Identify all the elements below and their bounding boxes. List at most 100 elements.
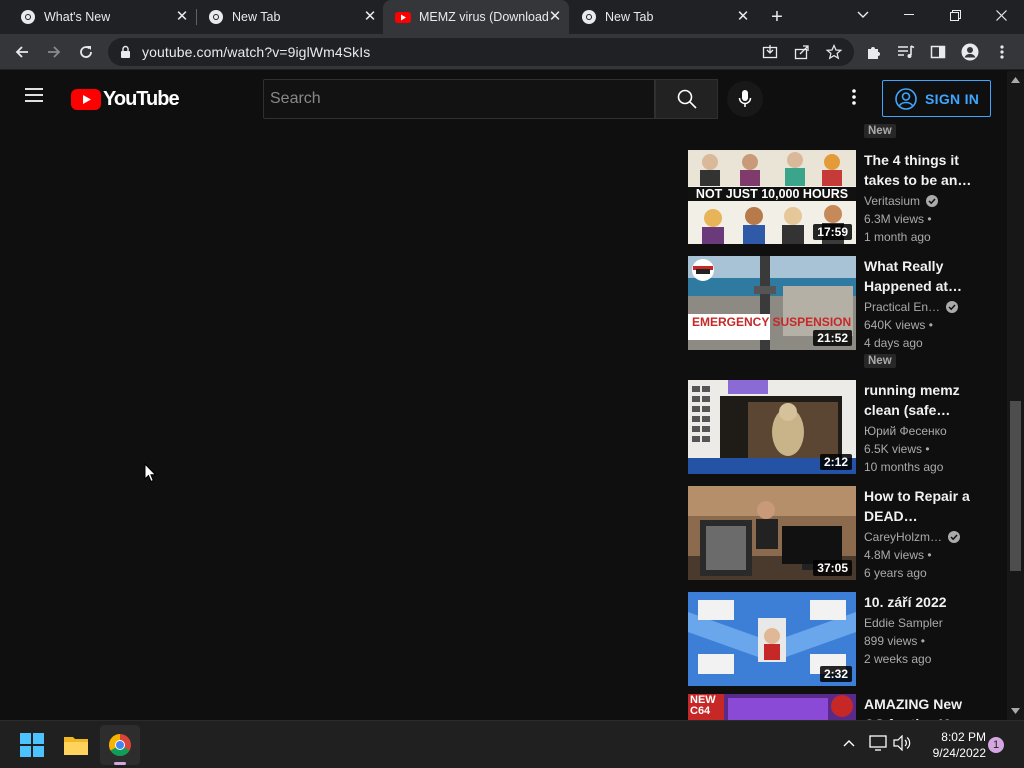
sign-in-button[interactable]: SIGN IN (882, 80, 991, 117)
youtube-play-icon (71, 88, 101, 110)
side-panel-button[interactable] (924, 38, 952, 66)
video-channel[interactable]: Practical En… (864, 300, 959, 314)
video-title[interactable]: How to Repair a DEAD… (864, 486, 974, 526)
back-button[interactable] (8, 38, 36, 66)
youtube-header: YouTube Search SIGN IN (0, 71, 1007, 127)
verified-check-icon (948, 531, 961, 543)
tab-memz-virus[interactable]: MEMZ virus (Download ✕ (383, 0, 569, 34)
video-item[interactable]: 37:05 How to Repair a DEAD… CareyHolzm… … (688, 486, 998, 586)
guide-menu-button[interactable] (24, 87, 48, 111)
video-channel[interactable]: Юрий Фесенко (864, 424, 947, 438)
install-app-icon[interactable] (762, 44, 778, 60)
profile-button[interactable] (956, 38, 984, 66)
network-icon[interactable] (869, 735, 887, 751)
more-vertical-icon (1000, 45, 1004, 59)
video-thumbnail[interactable]: 2:12 (688, 380, 856, 474)
notification-badge[interactable]: 1 (988, 737, 1004, 753)
reload-button[interactable] (72, 38, 100, 66)
tab-whats-new[interactable]: What's New ✕ (0, 0, 196, 34)
chrome-icon (209, 10, 223, 24)
channel-name[interactable]: Practical En… (864, 300, 940, 314)
tab-search-button[interactable] (840, 0, 886, 30)
close-tab-icon[interactable]: ✕ (362, 9, 378, 25)
share-icon[interactable] (794, 44, 810, 60)
lock-icon[interactable] (120, 45, 131, 59)
scroll-down-icon[interactable] (1011, 708, 1020, 714)
video-title[interactable]: 10. září 2022 (864, 592, 974, 612)
video-thumbnail[interactable]: EMERGENCY SUSPENSION 21:52 (688, 256, 856, 350)
tab-new-tab-2[interactable]: New Tab ✕ (569, 0, 757, 34)
new-tab-button[interactable]: + (765, 6, 789, 28)
puzzle-icon (868, 47, 880, 59)
channel-name[interactable]: CareyHolzm… (864, 530, 942, 544)
chrome-menu-button[interactable] (988, 38, 1016, 66)
system-clock[interactable]: 8:02 PM 9/24/2022 (920, 729, 986, 761)
active-app-indicator (114, 762, 126, 765)
hamburger-menu-icon (25, 88, 43, 102)
restore-button[interactable] (932, 0, 978, 30)
verified-check-icon (926, 195, 939, 207)
url-text[interactable]: youtube.com/watch?v=9iglWm4SkIs (142, 44, 370, 60)
video-channel[interactable]: Veritasium (864, 194, 939, 208)
channel-name[interactable]: Юрий Фесенко (864, 424, 947, 438)
chrome-icon (582, 10, 596, 24)
video-title[interactable]: running memz clean (safe… (864, 380, 974, 420)
youtube-logo[interactable]: YouTube (71, 88, 180, 110)
video-duration: 17:59 (813, 224, 852, 240)
new-badge: New (864, 124, 896, 138)
video-title[interactable]: The 4 things it takes to be an… (864, 150, 974, 190)
channel-name[interactable]: Veritasium (864, 194, 920, 208)
bookmark-star-icon[interactable] (826, 44, 842, 60)
scrollbar-thumb[interactable] (1010, 401, 1021, 571)
video-views: 899 views • (864, 634, 925, 648)
page-scrollbar[interactable] (1007, 71, 1024, 720)
reload-icon (80, 46, 92, 58)
volume-icon[interactable] (893, 735, 911, 751)
tab-title: MEMZ virus (Download (419, 10, 549, 24)
video-item[interactable]: 2:32 10. září 2022 Eddie Sampler 899 vie… (688, 592, 998, 692)
close-tab-icon[interactable]: ✕ (735, 9, 751, 25)
video-title[interactable]: What Really Happened at… (864, 256, 974, 296)
minimize-button[interactable] (886, 0, 932, 30)
voice-search-button[interactable] (727, 81, 763, 117)
close-window-button[interactable] (978, 0, 1024, 30)
video-views: 6.5K views • (864, 442, 930, 456)
video-views: 640K views • (864, 318, 933, 332)
video-thumbnail[interactable]: NOT JUST 10,000 HOURS 17:59 (688, 150, 856, 244)
close-tab-icon[interactable]: ✕ (547, 9, 563, 25)
video-item[interactable]: NEW C64 AMAZING New OS for the 40… (688, 694, 998, 720)
queue-music-icon (898, 45, 915, 58)
file-explorer-button[interactable] (56, 725, 96, 765)
extensions-button[interactable] (860, 38, 888, 66)
search-placeholder: Search (270, 90, 321, 107)
thumbnail-caption: NEW C64 (690, 694, 716, 717)
scroll-up-icon[interactable] (1011, 77, 1020, 83)
media-control-button[interactable] (892, 38, 920, 66)
search-input[interactable]: Search (263, 79, 655, 119)
video-channel[interactable]: CareyHolzm… (864, 530, 961, 544)
video-item[interactable]: NOT JUST 10,000 HOURS 17:59 The 4 things… (688, 150, 998, 250)
video-age: 4 days ago (864, 336, 923, 350)
video-item[interactable]: 2:12 running memz clean (safe… Юрий Фесе… (688, 380, 998, 480)
close-icon (995, 9, 1007, 21)
clock-time: 8:02 PM (941, 730, 986, 744)
tab-new-tab-1[interactable]: New Tab ✕ (188, 0, 384, 34)
forward-button[interactable] (40, 38, 68, 66)
search-button[interactable] (655, 79, 718, 119)
address-bar[interactable]: youtube.com/watch?v=9iglWm4SkIs (108, 38, 854, 66)
video-item[interactable]: EMERGENCY SUSPENSION 21:52 What Really H… (688, 256, 998, 376)
tab-title: What's New (44, 10, 111, 24)
settings-menu-button[interactable] (846, 89, 862, 109)
microphone-icon (738, 90, 752, 107)
video-title[interactable]: AMAZING New OS for the 40… (864, 694, 974, 720)
video-channel[interactable]: Eddie Sampler (864, 616, 943, 630)
arrow-left-icon (15, 46, 28, 58)
start-button[interactable] (12, 725, 52, 765)
chevron-up-icon[interactable] (843, 739, 855, 747)
channel-name[interactable]: Eddie Sampler (864, 616, 943, 630)
youtube-favicon-icon (395, 12, 411, 23)
video-thumbnail[interactable]: NEW C64 (688, 694, 856, 720)
video-thumbnail[interactable]: 2:32 (688, 592, 856, 686)
chrome-taskbar-button[interactable] (100, 725, 140, 765)
video-thumbnail[interactable]: 37:05 (688, 486, 856, 580)
